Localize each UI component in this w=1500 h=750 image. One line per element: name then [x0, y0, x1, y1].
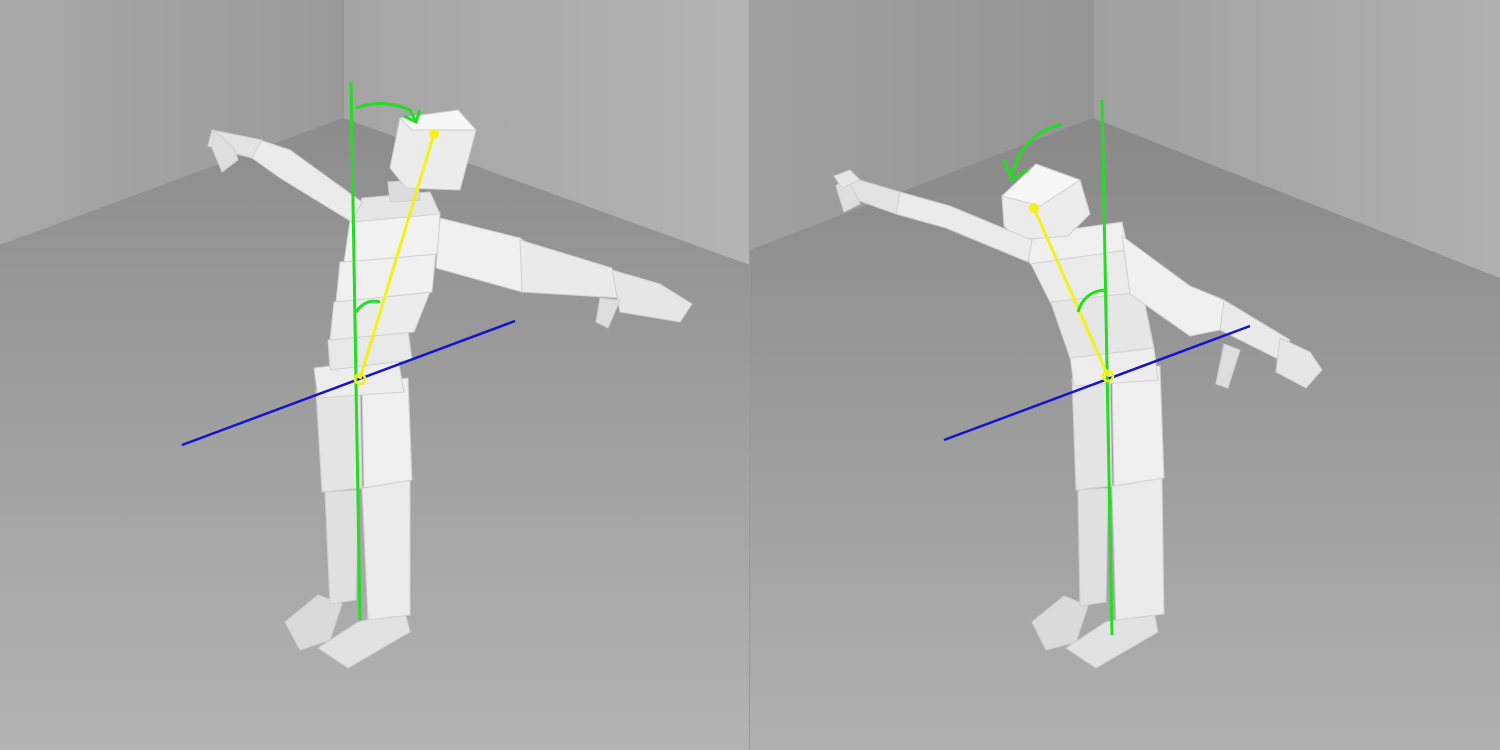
left-shin — [324, 489, 359, 605]
scene-right — [750, 0, 1500, 750]
right-shin — [361, 479, 411, 621]
view-right — [750, 0, 1500, 750]
head-joint-marker — [1029, 203, 1039, 213]
view-left — [0, 0, 750, 750]
right-shin — [1111, 477, 1165, 621]
right-thigh — [1111, 365, 1165, 487]
head-joint-marker — [429, 129, 439, 139]
viewport-pair — [0, 0, 1500, 750]
scene-left — [0, 0, 750, 750]
left-shin — [1077, 487, 1109, 607]
